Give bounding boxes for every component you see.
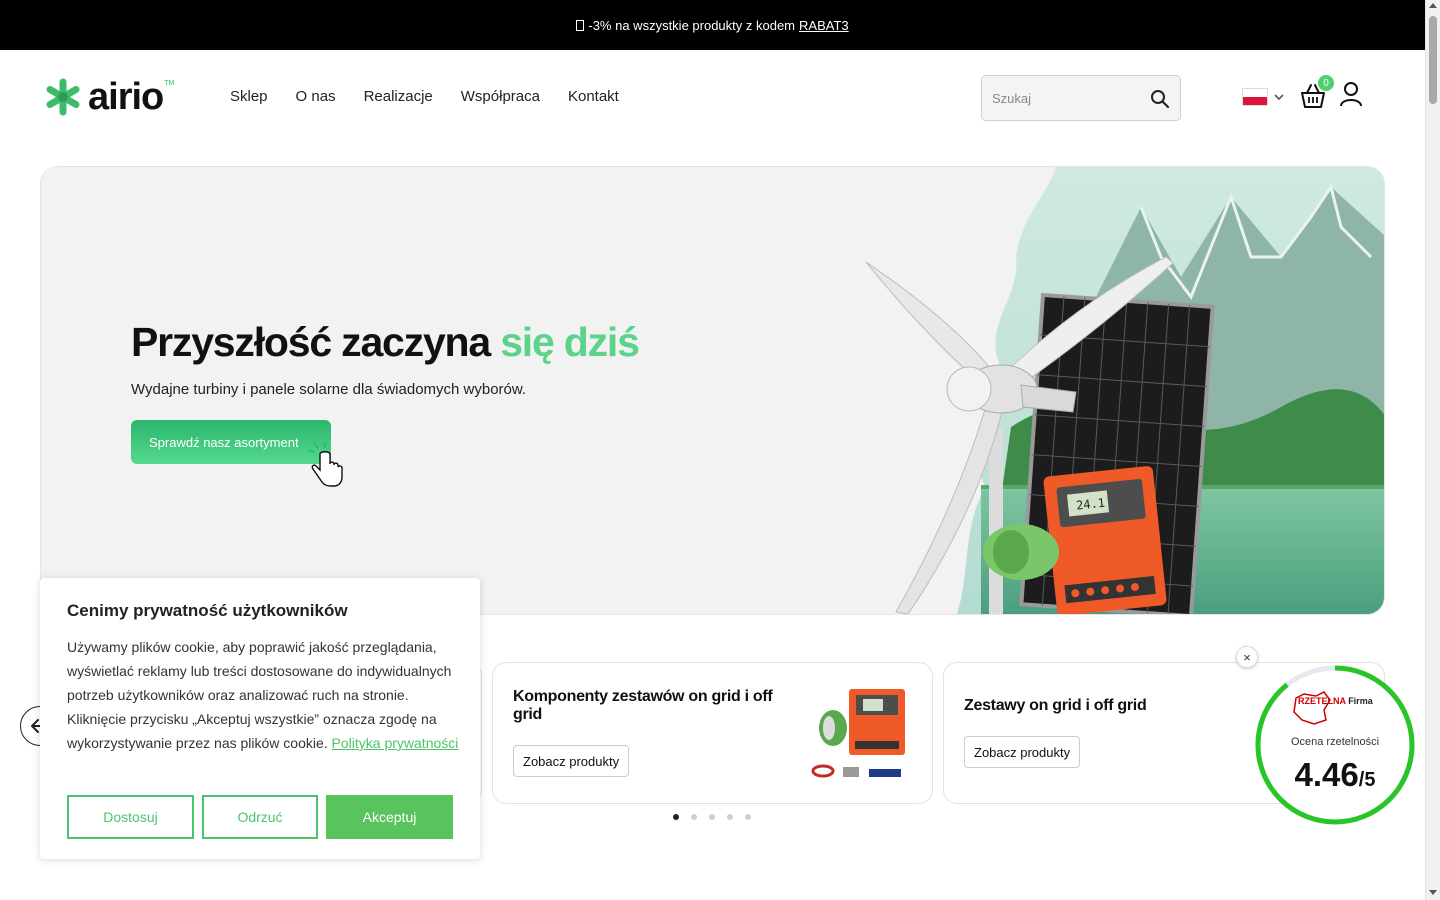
page-scrollbar[interactable] [1425,0,1440,900]
nav-wspolpraca[interactable]: Współpraca [461,88,540,105]
shop-assortment-label: Sprawdź nasz asortyment [149,434,299,450]
site-header: airio TM Sklep O nas Realizacje Współpra… [0,50,1425,146]
language-selector[interactable] [1242,88,1284,106]
see-products-button[interactable]: Zobacz produkty [964,736,1081,768]
cart-button[interactable]: 0 [1299,75,1334,112]
hero-subtitle: Wydajne turbiny i panele solarne dla świ… [131,381,527,398]
rating-brand: RZETELNA Firma [1298,696,1373,706]
promo-text: -3% na wszystkie produkty z kodem [588,17,796,33]
cookie-title: Cenimy prywatność użytkowników [67,601,348,620]
nav-o-nas[interactable]: O nas [296,88,336,105]
flag-pl-icon [1242,88,1268,106]
slider-dot-3[interactable] [709,814,715,820]
card-title: Komponenty zestawów on grid i off grid [513,688,773,723]
promo-bar: -3% na wszystkie produkty z kodem RABAT3 [0,0,1425,50]
cookie-customize-button[interactable]: Dostosuj [67,795,194,839]
main-nav: Sklep O nas Realizacje Współpraca Kontak… [230,88,619,105]
rating-brand-dark: Firma [1348,696,1373,706]
category-card-components[interactable]: Komponenty zestawów on grid i off grid Z… [492,662,933,804]
slider-dot-2[interactable] [691,814,697,820]
rating-score: 4.46/5 [1254,756,1416,794]
nav-realizacje[interactable]: Realizacje [364,88,433,105]
user-icon [1340,82,1362,107]
logo-asterisk-icon [44,78,82,116]
promo-code-link[interactable]: RABAT3 [799,18,849,33]
cookie-body: Używamy plików cookie, aby poprawić jako… [67,635,459,755]
logo-wordmark: airio [88,76,164,118]
account-button[interactable] [1339,81,1363,112]
charge-controller-product-image [811,689,905,778]
logo-trademark: TM [164,80,175,87]
page: -3% na wszystkie produkty z kodem RABAT3… [0,0,1440,900]
chevron-down-icon [1274,94,1284,100]
see-products-button[interactable]: Zobacz produkty [513,745,630,777]
cookie-consent-banner: Cenimy prywatność użytkowników Używamy p… [40,578,480,859]
scrollbar-thumb[interactable] [1429,16,1437,104]
hero-turbine-solar-illustration: 24.1 [865,167,1384,614]
hero-banner: Przyszłość zaczyna się dziś Wydajne turb… [40,166,1385,615]
airio-logo[interactable]: airio TM [44,78,174,116]
hero-title-main: Przyszłość zaczyna [131,319,501,365]
cookie-reject-button[interactable]: Odrzuć [202,795,318,839]
pointer-hand-icon [308,442,343,487]
hero-title-accent: się dziś [500,319,640,365]
shop-assortment-button[interactable]: Sprawdź nasz asortyment [131,420,331,464]
rating-brand-red: RZETELNA [1298,696,1346,706]
slider-dot-4[interactable] [727,814,733,820]
search-input[interactable] [992,88,1142,108]
nav-kontakt[interactable]: Kontakt [568,88,619,105]
search-icon[interactable] [1150,89,1170,114]
slider-pagination [673,814,751,820]
slider-dot-5[interactable] [745,814,751,820]
reliability-rating-widget[interactable]: RZETELNA Firma Ocena rzetelności 4.46/5 [1254,664,1416,826]
hero-title: Przyszłość zaczyna się dziś [131,319,640,366]
cart-count-badge: 0 [1318,75,1334,91]
scroll-down-arrow[interactable] [1429,890,1437,895]
rating-score-value: 4.46 [1294,756,1359,793]
privacy-policy-link[interactable]: Polityka prywatności [332,735,459,751]
nav-sklep[interactable]: Sklep [230,88,268,105]
tag-icon [576,19,585,31]
card-title: Zestawy on grid i off grid [964,697,1147,714]
slider-dot-1[interactable] [673,814,679,820]
rating-score-max: /5 [1358,769,1376,791]
rating-label: Ocena rzetelności [1290,736,1380,748]
search-box [981,75,1181,121]
scroll-up-arrow[interactable] [1429,3,1437,8]
cookie-accept-button[interactable]: Akceptuj [326,795,453,839]
